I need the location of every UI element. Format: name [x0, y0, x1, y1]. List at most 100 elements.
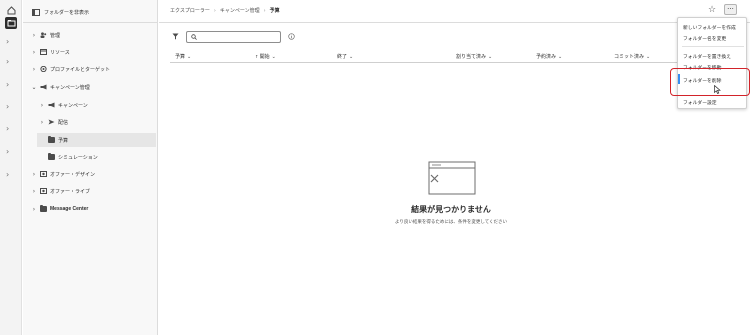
table-header: 予算 ⌄ ↑ 開始 ⌄ 終了 ⌄ 割り当て済み ⌄ 予約済み ⌄ コミット済み ⌄ — [170, 51, 740, 63]
column-header[interactable]: 予約済み ⌄ — [536, 53, 562, 60]
chevron-right-icon[interactable]: › — [6, 103, 9, 111]
empty-subtitle: より良い結果を得るためには、条件を変更してください — [394, 220, 508, 225]
tree-item-message-center[interactable]: › Message Center — [31, 202, 88, 216]
tree-item-profiles-targets[interactable]: › プロファイルとターゲット — [31, 62, 110, 76]
chevron-right-icon[interactable]: › — [6, 81, 9, 89]
tree-item-label: プロファイルとターゲット — [50, 66, 111, 73]
offer-icon — [40, 188, 47, 194]
megaphone-icon — [40, 84, 47, 90]
panel-icon — [32, 8, 40, 16]
mouse-cursor-icon — [714, 85, 721, 94]
send-icon — [48, 119, 55, 125]
chevron-right-icon[interactable]: › — [6, 148, 9, 156]
chevron-right-icon[interactable]: › — [31, 206, 37, 213]
menu-item-replace-folder[interactable]: フォルダーを置き換え — [683, 53, 731, 60]
home-icon[interactable] — [5, 4, 17, 16]
tree-item-label: 予算 — [58, 137, 69, 144]
users-icon — [40, 32, 47, 38]
tree-item-label: キャンペーン管理 — [50, 84, 90, 91]
menu-item-folder-settings[interactable]: フォルダー設定 — [683, 99, 717, 106]
menu-divider — [682, 46, 744, 47]
chevron-right-icon[interactable]: › — [31, 66, 37, 73]
breadcrumb-item[interactable]: キャンペーン管理 — [220, 7, 260, 14]
tree-item-label: リソース — [50, 49, 70, 56]
chevron-right-icon[interactable]: › — [39, 119, 45, 126]
divider — [159, 22, 750, 23]
chevron-right-icon[interactable]: › — [31, 188, 37, 195]
column-label: 終了 — [337, 54, 348, 60]
offer-icon — [40, 171, 47, 177]
search-field[interactable] — [186, 31, 281, 43]
tree-item-offer-live[interactable]: › オファー・ライブ — [31, 184, 90, 198]
hide-folders-toggle[interactable]: フォルダーを非表示 — [32, 8, 89, 16]
tree-item-label: キャンペーン — [58, 102, 88, 109]
folder-icon — [48, 153, 55, 160]
column-header[interactable]: コミット済み ⌄ — [614, 53, 650, 60]
folder-icon — [48, 136, 55, 143]
breadcrumb-separator: › — [213, 7, 216, 14]
tree-item-simulation[interactable]: シミュレーション — [48, 150, 98, 164]
search-input[interactable] — [200, 34, 280, 40]
megaphone-icon — [48, 102, 55, 108]
column-header[interactable]: 終了 ⌄ — [337, 53, 353, 60]
star-icon[interactable]: ☆ — [708, 5, 716, 15]
menu-item-create-folder[interactable]: 新しいフォルダーを作成 — [683, 24, 736, 31]
breadcrumb-item[interactable]: エクスプローラー — [170, 7, 210, 14]
column-label: 割り当て済み — [456, 54, 487, 60]
tree-item-resources[interactable]: › リソース — [31, 45, 70, 59]
tree-item-admin[interactable]: › 管理 — [31, 28, 60, 42]
tree-item-label: 管理 — [50, 32, 61, 39]
filter-icon[interactable] — [172, 33, 179, 42]
tree-item-campaign-management[interactable]: ⌄ キャンペーン管理 — [31, 80, 90, 94]
breadcrumb-separator: › — [263, 7, 266, 14]
chevron-down-icon: ⌄ — [271, 54, 276, 60]
tree-item-budget[interactable]: 予算 — [37, 133, 156, 147]
chevron-down-icon: ⌄ — [349, 54, 354, 60]
left-rail: › › › › › › › — [0, 0, 22, 335]
tree-item-label: オファー・デザイン — [50, 171, 96, 178]
resources-icon — [40, 49, 47, 55]
chevron-right-icon[interactable]: › — [6, 38, 9, 46]
info-icon[interactable] — [288, 33, 295, 42]
chevron-right-icon[interactable]: › — [6, 171, 9, 179]
chevron-right-icon[interactable]: › — [39, 102, 45, 109]
column-label: コミット済み — [614, 54, 645, 60]
chevron-right-icon[interactable]: › — [6, 58, 9, 66]
empty-results-illustration — [428, 161, 476, 195]
chevron-down-icon: ⌄ — [558, 54, 563, 60]
folder-icon — [40, 205, 47, 212]
column-header[interactable]: 割り当て済み ⌄ — [456, 53, 492, 60]
chevron-right-icon[interactable]: › — [31, 32, 37, 39]
column-label: 開始 — [259, 54, 270, 60]
breadcrumb: エクスプローラー › キャンペーン管理 › 予算 — [170, 7, 280, 15]
divider — [23, 22, 158, 23]
search-icon — [191, 34, 197, 40]
tree-item-label: シミュレーション — [58, 154, 98, 161]
column-header[interactable]: ↑ 開始 ⌄ — [255, 53, 276, 60]
highlight-box — [670, 68, 750, 96]
hide-folders-label: フォルダーを非表示 — [44, 9, 90, 16]
breadcrumb-current: 予算 — [269, 8, 280, 14]
tree-item-label: Message Center — [50, 206, 89, 212]
tree-item-deliveries[interactable]: › 配信 — [39, 115, 68, 129]
column-label: 予約済み — [536, 54, 557, 60]
folder-icon[interactable] — [5, 17, 17, 29]
tree-item-label: 配信 — [58, 119, 69, 126]
chevron-down-icon: ⌄ — [646, 54, 651, 60]
tree-item-label: オファー・ライブ — [50, 188, 91, 195]
main-content: エクスプローラー › キャンペーン管理 › 予算 ☆ ··· 予算 ⌄ ↑ 開始 ⌄… — [159, 0, 750, 335]
target-icon — [40, 66, 47, 72]
chevron-right-icon[interactable]: › — [6, 125, 9, 133]
column-header[interactable]: 予算 ⌄ — [175, 53, 191, 60]
tree-item-campaigns[interactable]: › キャンペーン — [39, 98, 88, 112]
chevron-right-icon[interactable]: › — [31, 49, 37, 56]
chevron-right-icon[interactable]: › — [31, 171, 37, 178]
chevron-down-icon[interactable]: ⌄ — [31, 84, 37, 91]
menu-item-rename-folder[interactable]: フォルダー名を変更 — [683, 35, 726, 42]
chevron-down-icon: ⌄ — [187, 54, 192, 60]
more-actions-button[interactable]: ··· — [724, 4, 737, 15]
folder-tree-panel: フォルダーを非表示 › 管理 › リソース › プロファイルとターゲット ⌄ キ… — [23, 0, 158, 335]
column-label: 予算 — [175, 54, 186, 60]
chevron-down-icon: ⌄ — [488, 54, 493, 60]
tree-item-offer-design[interactable]: › オファー・デザイン — [31, 167, 95, 181]
